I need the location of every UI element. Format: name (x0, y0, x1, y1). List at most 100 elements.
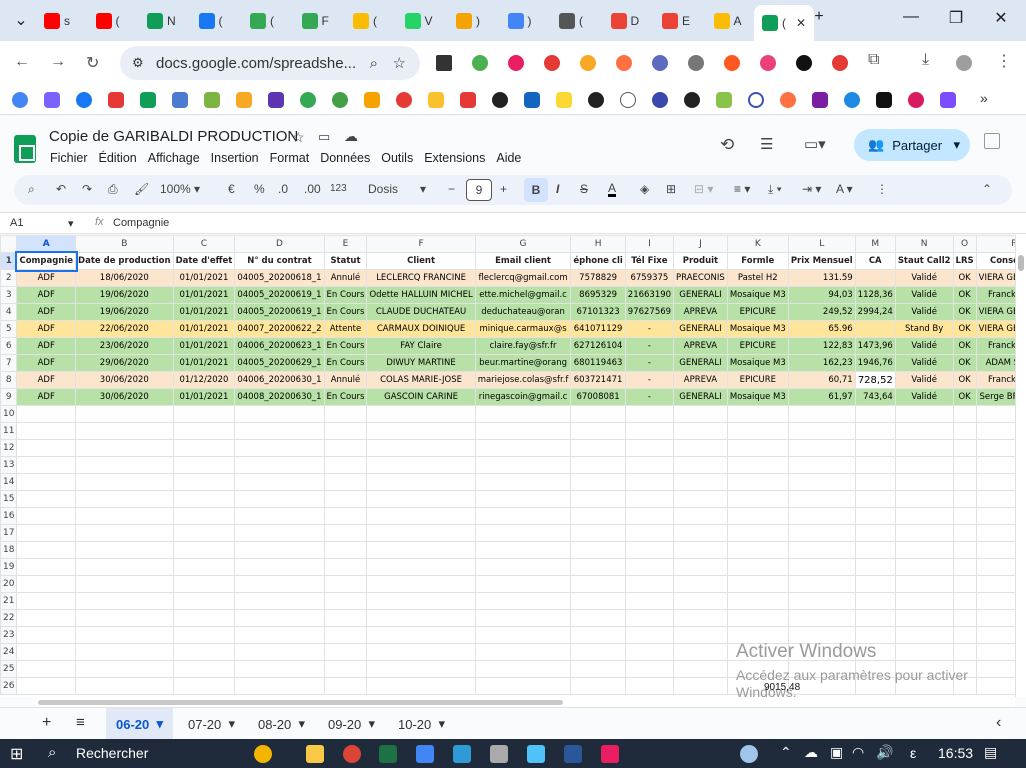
cell[interactable]: Prix Mensuel (787, 252, 856, 270)
row-header[interactable]: 21 (0, 592, 18, 610)
cell[interactable]: Validé (894, 337, 954, 355)
cell[interactable]: ADF (16, 269, 77, 287)
cell[interactable] (975, 626, 1015, 644)
cell[interactable] (624, 558, 675, 576)
cell[interactable] (366, 490, 476, 508)
clock[interactable]: 16:53 (938, 745, 973, 761)
cell[interactable] (323, 507, 368, 525)
column-header[interactable]: C (172, 235, 236, 253)
cell[interactable] (75, 643, 174, 661)
cell[interactable] (323, 609, 368, 627)
cell[interactable] (323, 575, 368, 593)
cell[interactable]: 04005_20200619_1 (234, 303, 325, 321)
maximize-icon[interactable]: ❐ (941, 8, 971, 28)
cell[interactable] (474, 473, 572, 491)
cell[interactable] (624, 490, 675, 508)
cell[interactable]: 01/01/2021 (172, 269, 236, 287)
cell[interactable] (894, 524, 954, 542)
cell[interactable]: éphone cli (570, 252, 626, 270)
fill-color-icon[interactable]: ◈ (640, 182, 649, 196)
cell[interactable] (16, 541, 77, 559)
cell[interactable]: Validé (894, 303, 954, 321)
forward-icon[interactable]: → (50, 53, 66, 71)
formula-input[interactable]: Compagnie (113, 217, 169, 229)
cell[interactable] (323, 592, 368, 610)
cell[interactable] (323, 677, 368, 695)
bookmark-icon[interactable] (364, 92, 380, 108)
close-window-icon[interactable]: ✕ (986, 8, 1016, 28)
bookmark-icon[interactable] (396, 92, 412, 108)
cell[interactable] (673, 677, 728, 695)
cell[interactable]: CLAUDE DUCHATEAU (366, 303, 476, 321)
cell[interactable]: 627126104 (570, 337, 626, 355)
cell[interactable] (975, 592, 1015, 610)
at-bookmark-icon[interactable] (620, 92, 636, 108)
cell[interactable]: Mosaique M3 (726, 320, 789, 338)
font-select-chevron-icon[interactable]: ▾ (420, 182, 426, 196)
cell[interactable] (234, 541, 325, 559)
cell[interactable] (366, 405, 476, 423)
cell[interactable]: ADF (16, 354, 77, 372)
sheet-tab-08-20[interactable]: 08-20 ▾ (248, 708, 315, 740)
cell[interactable] (16, 592, 77, 610)
cell[interactable] (894, 626, 954, 644)
account-avatar-icon[interactable] (984, 133, 1000, 149)
selection-sum[interactable]: 9015,48 (764, 682, 800, 693)
cell[interactable]: OK (952, 269, 977, 287)
cell[interactable]: 61,97 (787, 388, 856, 406)
cell[interactable] (474, 592, 572, 610)
browser-tab[interactable]: V (404, 7, 433, 35)
select-all-corner[interactable] (0, 235, 18, 253)
cell[interactable] (16, 507, 77, 525)
cell[interactable] (673, 439, 728, 457)
more-formats-button[interactable]: 123 (330, 183, 347, 194)
menu-insertion[interactable]: Insertion (211, 151, 259, 165)
cell[interactable] (787, 592, 856, 610)
cell-table[interactable]: ABCDEFGHIJKLMNOP 1CompagnieDate de produ… (0, 235, 1015, 695)
vertical-scrollbar[interactable] (1015, 235, 1026, 697)
cell[interactable]: 01/01/2021 (172, 320, 236, 338)
wifi-icon[interactable]: ◠ (852, 744, 864, 761)
cell[interactable]: ADF (16, 371, 77, 389)
cell[interactable] (234, 558, 325, 576)
row-header[interactable]: 13 (0, 456, 18, 474)
cell[interactable] (726, 575, 789, 593)
cell[interactable] (16, 439, 77, 457)
cell[interactable] (624, 507, 675, 525)
cell[interactable] (726, 405, 789, 423)
cell[interactable]: PRAECONIS (673, 269, 728, 287)
cell[interactable] (952, 575, 977, 593)
row-header[interactable]: 24 (0, 643, 18, 661)
bookmark-icon[interactable] (460, 92, 476, 108)
extension-icon[interactable] (436, 55, 452, 71)
cell[interactable] (787, 422, 856, 440)
row-header[interactable]: 20 (0, 575, 18, 593)
extension-icon[interactable] (796, 55, 812, 71)
cell[interactable] (570, 490, 626, 508)
cell[interactable] (952, 456, 977, 474)
cell[interactable] (570, 422, 626, 440)
horizontal-align-icon[interactable]: ≡ ▾ (734, 182, 750, 196)
cell[interactable] (323, 422, 368, 440)
more-tools-icon[interactable]: ⋮ (876, 182, 888, 196)
cell[interactable]: 04005_20200629_1 (234, 354, 325, 372)
doc-title[interactable]: Copie de GARIBALDI PRODUCTION (49, 128, 298, 145)
cell[interactable] (366, 473, 476, 491)
puzzle-icon[interactable]: ⧉ (868, 51, 879, 69)
cell[interactable] (854, 422, 896, 440)
column-header[interactable]: D (234, 235, 325, 253)
cell[interactable]: 23/06/2020 (75, 337, 174, 355)
cell[interactable] (16, 456, 77, 474)
cell[interactable]: claire.fay@sfr.fr (474, 337, 572, 355)
taskbar-search-icon[interactable]: ⌕ (48, 744, 56, 761)
spreadsheet-grid[interactable]: ABCDEFGHIJKLMNOP 1CompagnieDate de produ… (0, 235, 1015, 697)
menu-format[interactable]: Format (270, 151, 310, 165)
cell[interactable] (570, 405, 626, 423)
cell[interactable] (570, 541, 626, 559)
bookmark-icon[interactable] (524, 92, 540, 108)
cell[interactable] (234, 643, 325, 661)
taskbar-search-input[interactable]: Rechercher (76, 745, 148, 761)
cell[interactable] (366, 660, 476, 678)
cell[interactable]: 01/01/2021 (172, 354, 236, 372)
add-sheet-icon[interactable]: + (42, 714, 51, 732)
